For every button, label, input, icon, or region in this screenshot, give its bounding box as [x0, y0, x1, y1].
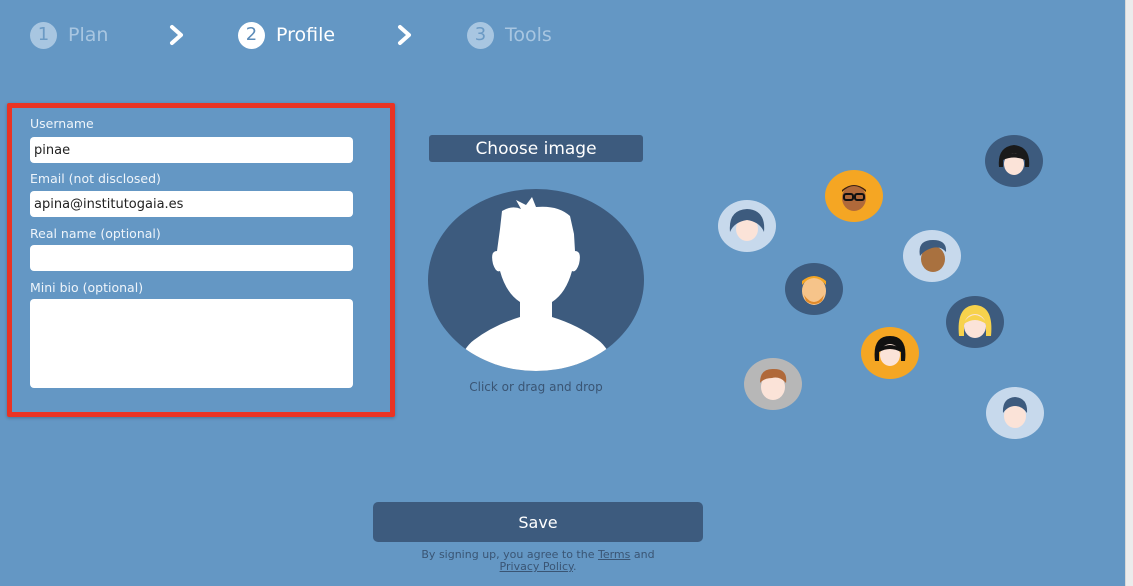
dropzone-hint: Click or drag and drop [469, 380, 603, 394]
scrollbar[interactable] [1125, 0, 1133, 586]
username-field[interactable]: pinae [30, 137, 353, 163]
step-label: Profile [276, 24, 336, 46]
bio-textarea[interactable] [30, 299, 353, 388]
step-number: 1 [30, 21, 57, 49]
avatar-icon [985, 135, 1043, 187]
save-button[interactable]: Save [373, 502, 703, 542]
terms-link[interactable]: Terms [598, 548, 630, 561]
avatar-icon [825, 170, 883, 222]
step-label: Plan [68, 24, 109, 46]
avatar-icon [946, 296, 1004, 348]
avatar-dropzone[interactable] [428, 189, 644, 371]
chevron-right-icon [170, 25, 183, 45]
step-number: 2 [238, 21, 265, 49]
avatar-icon [744, 358, 802, 410]
username-label: Username [30, 116, 94, 131]
terms-suffix: . [572, 560, 577, 573]
realname-label: Real name (optional) [30, 226, 161, 241]
choose-image-button[interactable]: Choose image [429, 135, 643, 162]
email-field[interactable]: apina@institutogaia.es [30, 191, 353, 217]
step-number: 3 [467, 21, 494, 49]
chevron-right-icon [398, 25, 411, 45]
avatar-icon [861, 327, 919, 379]
terms-notice: By signing up, you agree to the Terms an… [373, 549, 703, 573]
step-tools[interactable]: 3 Tools [467, 21, 552, 49]
avatar-icon [986, 387, 1044, 439]
privacy-policy-link[interactable]: Privacy Policy [500, 560, 573, 573]
step-plan[interactable]: 1 Plan [30, 21, 108, 49]
terms-and: and [633, 548, 655, 561]
step-profile[interactable]: 2 Profile [238, 21, 335, 49]
realname-field[interactable] [30, 245, 353, 271]
bio-label: Mini bio (optional) [30, 280, 144, 295]
avatar-icon [903, 230, 961, 282]
signup-panel: 1 Plan 2 Profile 3 Tools Username pinae … [0, 0, 1125, 586]
avatar-icon [785, 263, 843, 315]
avatar-icon [718, 200, 776, 252]
step-label: Tools [505, 24, 552, 46]
email-label: Email (not disclosed) [30, 171, 161, 186]
